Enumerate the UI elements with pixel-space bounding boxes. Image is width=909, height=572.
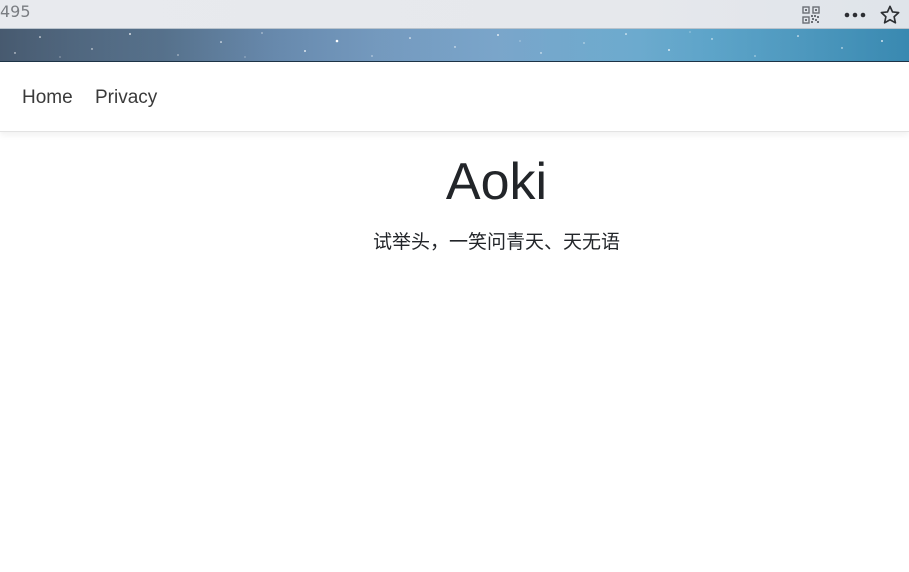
nav-link-home[interactable]: Home bbox=[22, 87, 73, 109]
address-bar-text[interactable]: 495 bbox=[0, 2, 31, 21]
more-options-icon[interactable] bbox=[843, 0, 867, 29]
header-banner-image bbox=[0, 29, 909, 62]
qr-code-icon[interactable] bbox=[800, 0, 822, 29]
top-navbar: Home Privacy bbox=[0, 62, 909, 132]
page-title: Aoki bbox=[445, 153, 548, 211]
browser-toolbar: 495 bbox=[0, 0, 909, 29]
page-subtitle: 试举头，一笑问青天、天无语 bbox=[372, 231, 620, 253]
nav-link-privacy[interactable]: Privacy bbox=[95, 87, 157, 109]
favorite-star-icon[interactable] bbox=[878, 0, 902, 29]
